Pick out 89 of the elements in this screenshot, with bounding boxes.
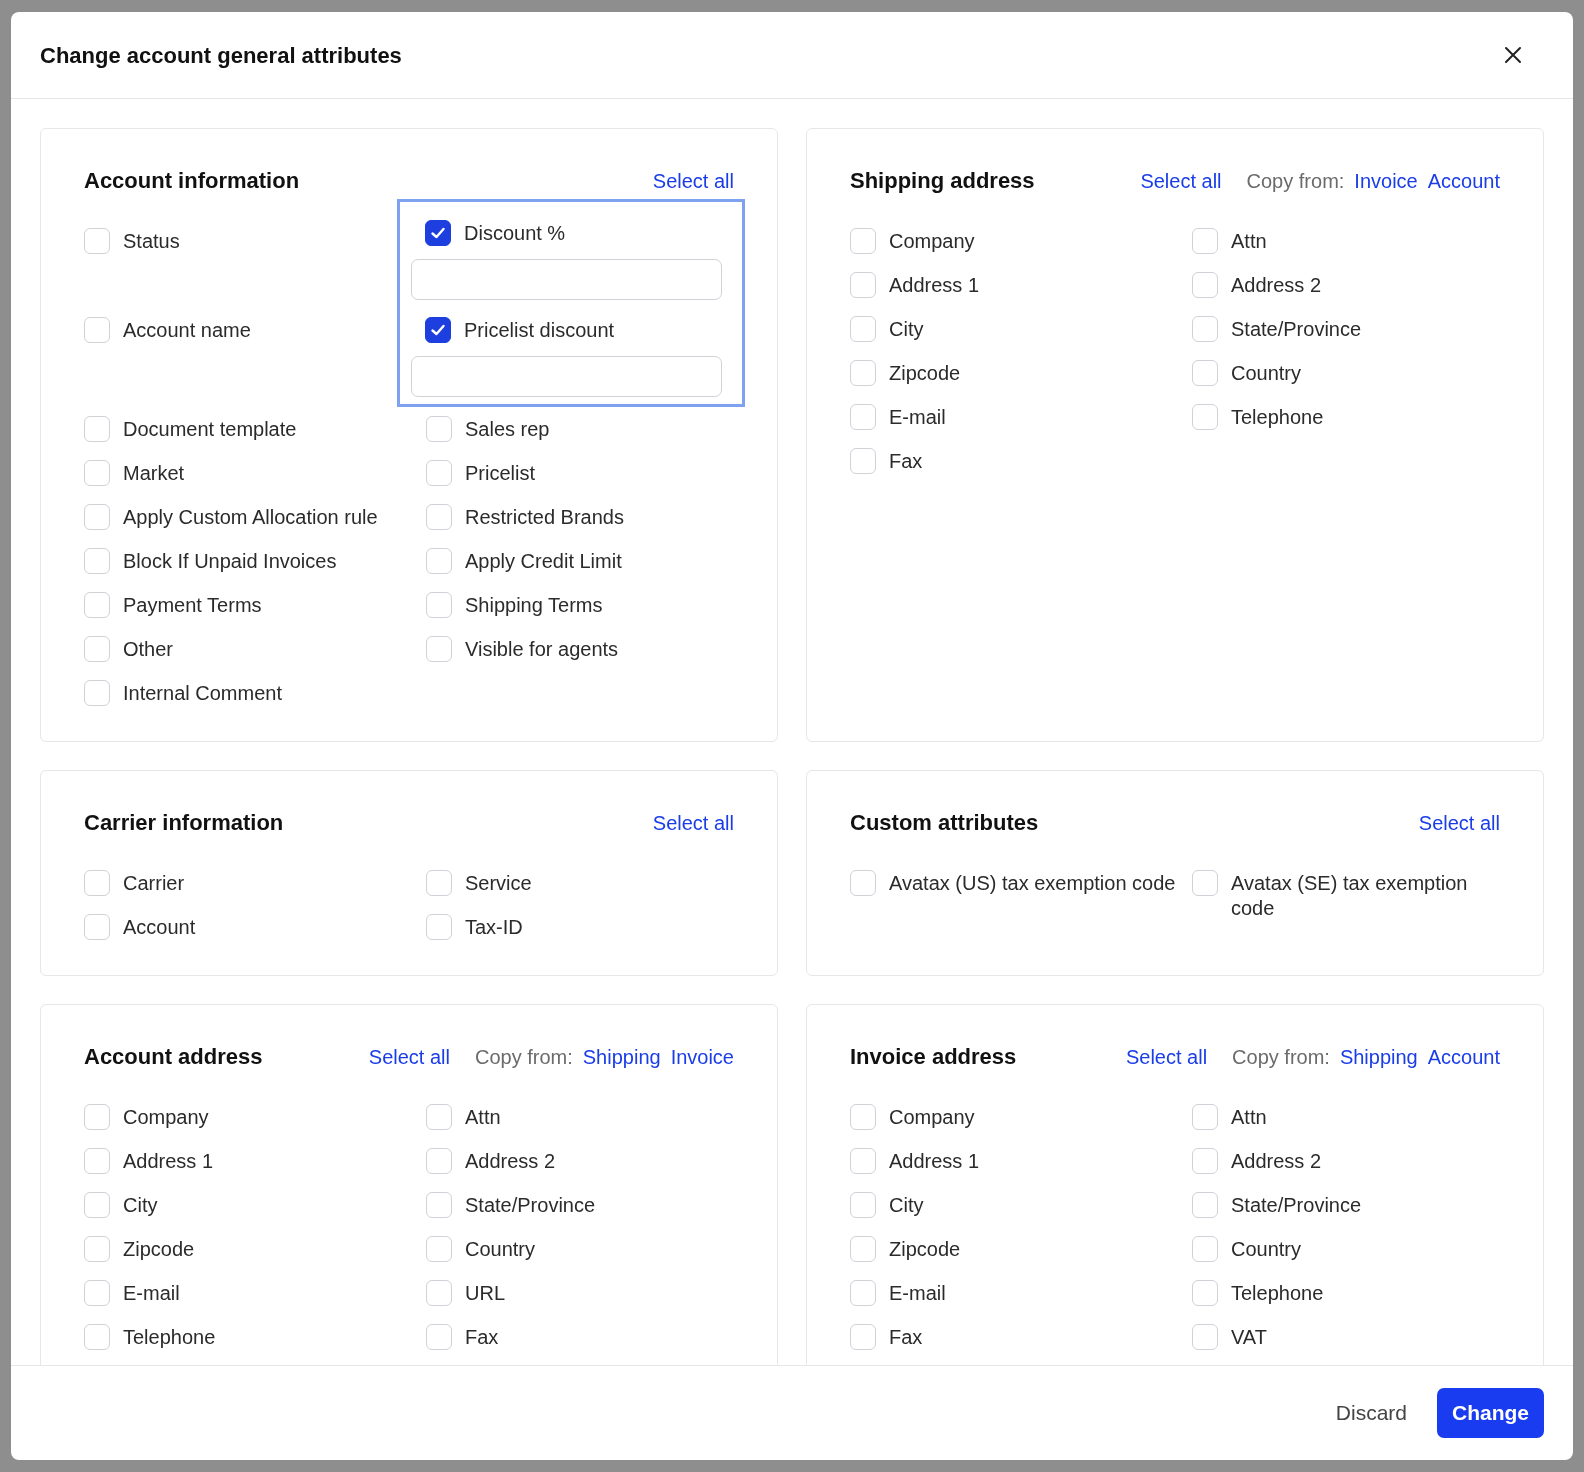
checkbox-label: Visible for agents xyxy=(465,637,619,662)
checkbox-label: Carrier xyxy=(123,871,185,896)
checkbox-label: Attn xyxy=(1231,1105,1267,1130)
checkbox-label: Document template xyxy=(123,417,297,442)
discard-button[interactable]: Discard xyxy=(1333,1388,1409,1438)
checkbox-label: State/Province xyxy=(465,1193,596,1218)
checkbox-label: Account xyxy=(123,915,196,940)
copy-from-link[interactable]: Shipping xyxy=(1339,1041,1418,1072)
checkbox-label: Market xyxy=(123,461,185,486)
checkbox-label: Avatax (SE) tax exemption code xyxy=(1231,871,1469,921)
checkbox-label: Tax-ID xyxy=(465,915,523,940)
checkbox-label: Fax xyxy=(889,449,923,474)
checkbox-label: Service xyxy=(465,871,532,896)
checkbox-label: E-mail xyxy=(889,405,946,430)
checkbox-label: Pricelist discount xyxy=(464,318,615,343)
select-all-link[interactable]: Select all xyxy=(652,807,734,838)
dialog-title: Change account general attributes xyxy=(40,41,402,70)
copy-from-link[interactable]: Shipping xyxy=(582,1041,661,1072)
checkbox-label: Address 1 xyxy=(123,1149,214,1174)
checkbox-label: Telephone xyxy=(1231,1281,1324,1306)
checkbox-label: Address 1 xyxy=(889,1149,980,1174)
section-title: Shipping address xyxy=(850,167,1035,195)
checkbox-label: Shipping Terms xyxy=(465,593,603,618)
checkbox-label: Attn xyxy=(465,1105,501,1130)
checkbox-label: Sales rep xyxy=(465,417,550,442)
checkbox-label: Zipcode xyxy=(889,1237,961,1262)
select-all-link[interactable]: Select all xyxy=(1125,1041,1208,1072)
checkbox-label: Payment Terms xyxy=(123,593,262,618)
input-field[interactable] xyxy=(411,259,722,300)
checkbox-label: Company xyxy=(889,1105,975,1130)
copy-from-link[interactable]: Account xyxy=(1427,165,1500,196)
checkbox-label: Status xyxy=(123,229,180,254)
checkbox-label: Telephone xyxy=(1231,405,1324,430)
copy-from-link[interactable]: Account xyxy=(1427,1041,1500,1072)
checkbox-label: Country xyxy=(1231,1237,1302,1262)
checkbox-label: Company xyxy=(123,1105,209,1130)
checkbox-label: Zipcode xyxy=(889,361,961,386)
copy-from-label: Copy from: xyxy=(474,1044,573,1070)
section-title: Custom attributes xyxy=(850,809,1039,837)
checkbox-label: Address 1 xyxy=(889,273,980,298)
copy-from-label: Copy from: xyxy=(1246,168,1345,194)
checkbox-label: URL xyxy=(465,1281,505,1306)
checkbox-label: E-mail xyxy=(123,1281,180,1306)
change-button[interactable]: Change xyxy=(1437,1388,1544,1438)
section-title: Account address xyxy=(84,1043,263,1071)
checkbox-label: City xyxy=(889,317,924,342)
section-title: Carrier information xyxy=(84,809,284,837)
checkbox-label: Apply Custom Allocation rule xyxy=(123,505,378,530)
checkbox-label: VAT xyxy=(1231,1325,1267,1350)
checkbox-label: Block If Unpaid Invoices xyxy=(123,549,337,574)
checkmark-icon xyxy=(430,322,446,338)
checkbox-label: Discount % xyxy=(464,221,566,246)
checkbox-label: Avatax (US) tax exemption code xyxy=(889,871,1176,896)
select-all-link[interactable]: Select all xyxy=(1140,165,1222,196)
checkbox-label: State/Province xyxy=(1231,317,1362,342)
checkbox-label: Apply Credit Limit xyxy=(465,549,622,574)
checkbox-label: Country xyxy=(1231,361,1302,386)
checkbox-label: Address 2 xyxy=(1231,273,1322,298)
checkbox-label: E-mail xyxy=(889,1281,946,1306)
checkbox-label: Pricelist xyxy=(465,461,535,486)
checkbox-label: Internal Comment xyxy=(123,681,282,706)
checkbox-label: Restricted Brands xyxy=(465,505,624,530)
checkbox-label: Fax xyxy=(889,1325,923,1350)
checkbox-label: Telephone xyxy=(123,1325,216,1350)
section-title: Account information xyxy=(84,167,300,195)
copy-from-link[interactable]: Invoice xyxy=(1354,165,1418,196)
section-title: Invoice address xyxy=(850,1043,1017,1071)
checkbox-label: Account name xyxy=(123,318,251,343)
checkbox-label: Address 2 xyxy=(1231,1149,1322,1174)
checkmark-icon xyxy=(430,225,446,241)
checkbox-label: Attn xyxy=(1231,229,1267,254)
checkbox-label: Company xyxy=(889,229,975,254)
checkbox[interactable] xyxy=(425,220,451,246)
checkbox-label: City xyxy=(889,1193,924,1218)
copy-from-label: Copy from: xyxy=(1232,1044,1330,1070)
checkbox-label: Fax xyxy=(465,1325,499,1350)
select-all-link[interactable]: Select all xyxy=(368,1041,450,1072)
select-all-link[interactable]: Select all xyxy=(1418,807,1500,838)
copy-from-link[interactable]: Invoice xyxy=(670,1041,734,1072)
input-field[interactable] xyxy=(411,356,722,397)
checkbox-label: City xyxy=(123,1193,158,1218)
close-icon[interactable] xyxy=(1503,45,1523,65)
checkbox-label: Other xyxy=(123,637,174,662)
checkbox-label: Country xyxy=(465,1237,536,1262)
select-all-link[interactable]: Select all xyxy=(652,165,734,196)
checkbox-label: Zipcode xyxy=(123,1237,195,1262)
checkbox-label: State/Province xyxy=(1231,1193,1362,1218)
checkbox[interactable] xyxy=(425,317,451,343)
checkbox-label: Address 2 xyxy=(465,1149,556,1174)
